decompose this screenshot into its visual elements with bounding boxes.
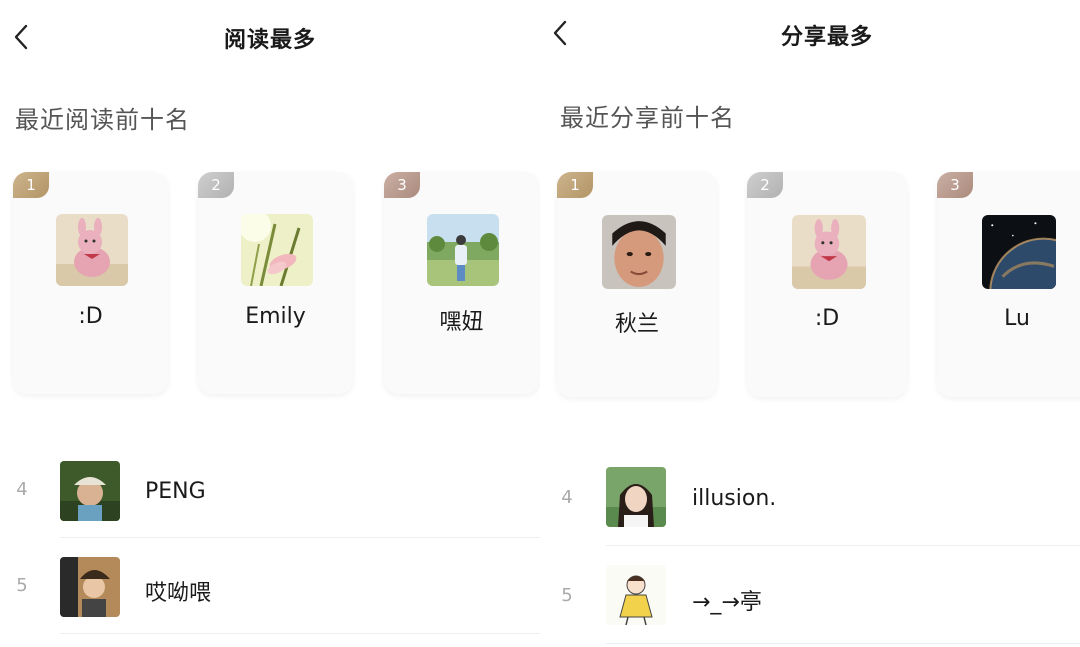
top-card-2[interactable]: 2 :D: [747, 172, 907, 397]
list-name: PENG: [145, 479, 206, 504]
list-item[interactable]: 4 illusion.: [545, 449, 1080, 546]
rank-badge: 1: [13, 172, 49, 198]
avatar[interactable]: [60, 557, 120, 617]
divider: [606, 643, 1080, 644]
list-rank: 5: [561, 585, 573, 606]
section-title: 最近分享前十名: [560, 104, 735, 132]
card-name: 嘿妞: [439, 310, 484, 335]
card-name: Lu: [1004, 306, 1030, 331]
list-item[interactable]: 5 哎呦喂: [0, 539, 540, 635]
divider: [60, 537, 540, 538]
rank-badge: 2: [747, 172, 783, 198]
divider: [60, 633, 540, 634]
top-card-3[interactable]: 3 嘿妞: [384, 172, 539, 394]
avatar[interactable]: [602, 215, 676, 289]
rank-badge: 2: [198, 172, 234, 198]
card-name: Emily: [245, 304, 306, 329]
page-title: 阅读最多: [223, 28, 316, 53]
top-card-2[interactable]: 2 Emily: [198, 172, 353, 394]
avatar[interactable]: [427, 214, 499, 286]
avatar[interactable]: [982, 215, 1056, 289]
list-item[interactable]: 5 →_→亭: [545, 547, 1080, 644]
card-name: :D: [78, 304, 103, 329]
list-name: illusion.: [692, 486, 777, 511]
top-card-1[interactable]: 1 秋兰: [557, 172, 717, 397]
list-item[interactable]: 4 PENG: [0, 443, 540, 539]
avatar[interactable]: [56, 214, 128, 286]
rank-badge: 1: [557, 172, 593, 198]
page-title: 分享最多: [780, 25, 873, 50]
avatar[interactable]: [606, 467, 666, 527]
avatar[interactable]: [792, 215, 866, 289]
reading-leaderboard-screen: 阅读最多 最近阅读前十名 1 :D 2 Emily 3 嘿妞 4 PENG 5: [0, 0, 540, 647]
card-name: 秋兰: [614, 312, 659, 337]
list-name: 哎呦喂: [145, 581, 212, 606]
avatar[interactable]: [241, 214, 313, 286]
list-name: →_→亭: [692, 590, 762, 615]
avatar[interactable]: [606, 565, 666, 625]
rank-badge: 3: [384, 172, 420, 198]
top-card-1[interactable]: 1 :D: [13, 172, 168, 394]
list-rank: 4: [16, 479, 28, 500]
list-rank: 4: [561, 487, 573, 508]
list-rank: 5: [16, 575, 28, 596]
avatar[interactable]: [60, 461, 120, 521]
section-title: 最近阅读前十名: [15, 106, 190, 134]
divider: [606, 545, 1080, 546]
top-card-3[interactable]: 3 Lu: [937, 172, 1080, 397]
card-name: :D: [814, 306, 840, 331]
rank-badge: 3: [937, 172, 973, 198]
sharing-leaderboard-screen: 分享最多 最近分享前十名 1 秋兰 2 :D 3 Lu 4 illusion. …: [545, 0, 1080, 647]
